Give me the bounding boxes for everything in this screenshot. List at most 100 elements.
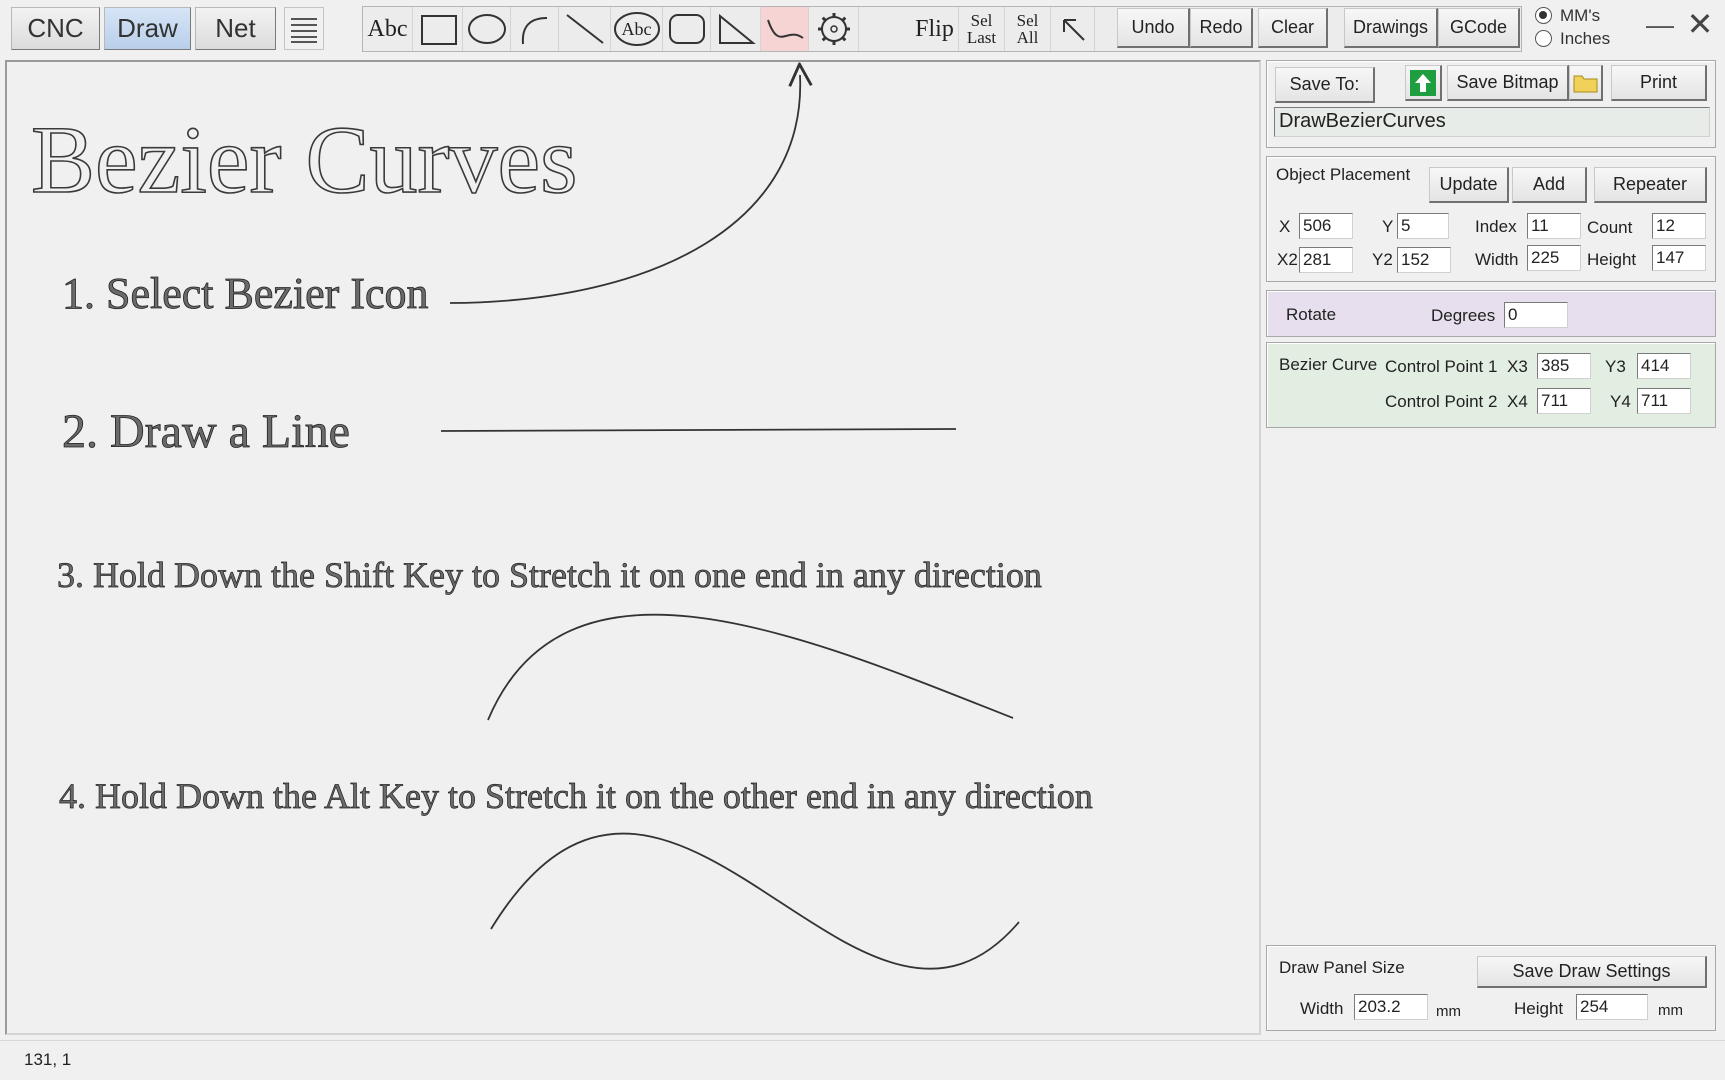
bezier-tool[interactable] [761,7,809,51]
gcode-button[interactable]: GCode [1438,8,1520,48]
rectangle-icon [420,15,457,45]
main-toolbar: CNC Draw Net Abc Abc Flip Sel Last Sel A… [0,0,1725,57]
ellipse-icon [467,14,506,44]
gear-tool[interactable] [809,7,859,51]
repeater-button[interactable]: Repeater [1594,167,1707,203]
save-draw-settings-button[interactable]: Save Draw Settings [1477,956,1707,988]
arc-tool[interactable] [511,7,559,51]
x-label: X [1279,217,1291,236]
update-button[interactable]: Update [1429,167,1509,203]
mms-radio[interactable] [1535,7,1552,24]
inches-option[interactable]: Inches [1535,27,1655,50]
inches-label: Inches [1560,28,1611,48]
sel-all-line1: Sel [1016,11,1039,30]
tab-draw[interactable]: Draw [104,7,191,50]
control-point-1-label: Control Point 1 [1385,357,1498,376]
panel-height-unit: mm [1658,1002,1683,1019]
y3-label: Y3 [1605,357,1626,376]
x4-field[interactable]: 711 [1537,388,1591,414]
y4-field[interactable]: 711 [1637,388,1691,414]
line-tool[interactable] [559,7,611,51]
x4-label: X4 [1507,392,1528,411]
x2-field[interactable]: 281 [1299,247,1353,273]
sel-last-line1: Sel [970,11,993,30]
step-2-text: 2. Draw a Line [62,405,350,458]
flip-button[interactable]: Flip [911,7,959,51]
sel-all-line2: All [1016,28,1039,47]
rotate-title: Rotate [1286,305,1337,324]
tab-cnc[interactable]: CNC [11,7,100,50]
canvas-title: Bezier Curves [31,106,577,213]
panel-height-field[interactable]: 254 [1576,994,1648,1020]
save-bitmap-button[interactable]: Save Bitmap [1447,65,1569,101]
ellipse-tool[interactable] [463,7,511,51]
upload-button[interactable] [1405,65,1442,101]
undo-button[interactable]: Undo [1117,8,1190,48]
select-all-button[interactable]: Sel All [1005,7,1051,51]
index-field[interactable]: 11 [1527,213,1581,239]
filename-field[interactable]: DrawBezierCurves [1274,107,1710,137]
step-4-text: 4. Hold Down the Alt Key to Stretch it o… [59,776,1093,816]
example-curve-one-end [487,613,1014,721]
minimize-icon[interactable]: — [1645,9,1675,40]
mms-option[interactable]: MM's [1535,4,1655,27]
select-last-button[interactable]: Sel Last [959,7,1005,51]
width-field[interactable]: 225 [1527,245,1581,271]
flip-label: Flip [915,15,954,42]
circle-text-label: Abc [621,18,652,39]
menu-icon[interactable] [284,7,324,50]
cursor-coordinates: 131, 1 [24,1050,72,1069]
width-label: Width [1475,250,1519,269]
drawing-canvas[interactable]: Bezier Curves 1. Select Bezier Icon 2. D… [5,60,1261,1035]
circle-text-tool[interactable]: Abc [611,7,663,51]
count-label: Count [1587,218,1633,237]
open-folder-button[interactable] [1569,65,1603,101]
step-1-text: 1. Select Bezier Icon [62,269,429,318]
y-label: Y [1382,217,1394,236]
y2-label: Y2 [1372,250,1393,269]
rounded-rectangle-icon [668,14,705,44]
pointer-tool[interactable] [1051,7,1095,51]
inches-radio[interactable] [1535,30,1552,47]
text-tool[interactable]: Abc [363,7,413,51]
example-straight-line [440,428,957,432]
tab-net[interactable]: Net [195,7,276,50]
sel-last-line2: Last [966,28,997,47]
pointer-arrow-icon [1062,19,1085,41]
object-placement-title: Object Placement [1276,165,1411,184]
example-curve-both-ends [490,832,1020,970]
degrees-label: Degrees [1431,306,1496,325]
y3-field[interactable]: 414 [1637,353,1691,379]
redo-button[interactable]: Redo [1190,8,1253,48]
print-button[interactable]: Print [1611,65,1707,101]
add-button[interactable]: Add [1512,167,1587,203]
degrees-field[interactable]: 0 [1504,302,1568,328]
line-icon [565,14,604,44]
drawings-button[interactable]: Drawings [1344,8,1438,48]
triangle-tool[interactable] [711,7,761,51]
panel-height-label: Height [1514,999,1564,1018]
x-field[interactable]: 506 [1299,213,1353,239]
height-field[interactable]: 147 [1652,245,1706,271]
panel-width-field[interactable]: 203.2 [1354,994,1428,1020]
close-icon[interactable]: ✕ [1683,6,1717,42]
y4-label: Y4 [1610,392,1631,411]
panel-width-label: Width [1300,999,1344,1018]
x3-field[interactable]: 385 [1537,353,1591,379]
rectangle-tool[interactable] [413,7,463,51]
properties-panel: Save To: Save Bitmap Print DrawBezierCur… [1262,60,1718,1035]
clear-button[interactable]: Clear [1258,8,1328,48]
y2-field[interactable]: 152 [1397,247,1451,273]
text-tool-label: Abc [367,15,408,42]
control-point-2-label: Control Point 2 [1385,392,1498,411]
mms-label: MM's [1560,5,1601,25]
save-to-button[interactable]: Save To: [1275,67,1375,103]
rotate-group: Rotate Degrees 0 [1266,290,1716,337]
gear-icon [817,13,850,45]
index-label: Index [1475,217,1517,236]
rounded-rect-tool[interactable] [663,7,711,51]
y-field[interactable]: 5 [1397,213,1449,239]
count-field[interactable]: 12 [1652,213,1706,239]
bezier-title: Bezier Curve [1279,355,1378,374]
arc-icon [521,17,547,45]
